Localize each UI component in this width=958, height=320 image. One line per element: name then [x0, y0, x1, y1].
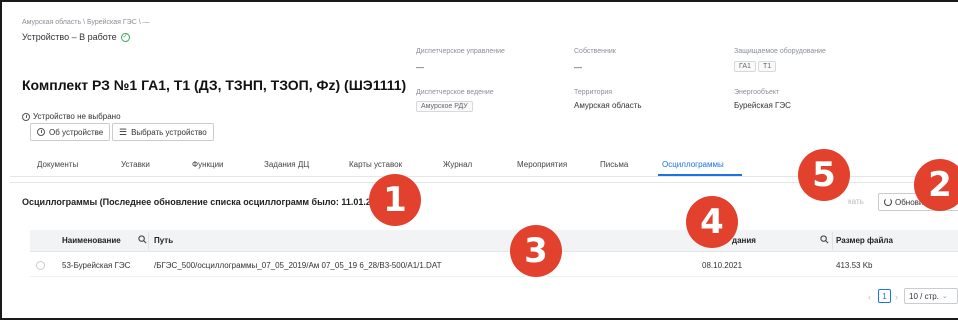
- next-page-icon[interactable]: ›: [895, 292, 898, 302]
- row-radio[interactable]: [36, 261, 45, 270]
- info-circle-icon: [22, 112, 30, 121]
- device-not-selected-label: Устройство не выбрано: [33, 112, 121, 121]
- tab-dc-tasks[interactable]: Задания ДЦ: [264, 160, 309, 169]
- chevron-down-icon: ⌄: [941, 293, 948, 300]
- page-size-value: 10 / стр.: [909, 291, 939, 301]
- annotation-badge-1: 1: [369, 174, 421, 226]
- protected-tag-t1[interactable]: Т1: [758, 61, 777, 72]
- about-device-button[interactable]: Об устройстве: [30, 123, 111, 141]
- device-not-selected: Устройство не выбрано: [22, 112, 121, 121]
- page-size-select[interactable]: 10 / стр. ⌄: [904, 288, 958, 304]
- dispatch-control-label: Диспетчерское управление: [416, 48, 505, 55]
- breadcrumb[interactable]: Амурская область \ Бурейская ГЭС \ —: [22, 19, 150, 26]
- info-icon: [37, 128, 45, 136]
- tab-setting-maps[interactable]: Карты уставок: [349, 160, 402, 169]
- tab-activities[interactable]: Мероприятия: [517, 160, 567, 169]
- cell-path: /БГЭС_500/осциллограммы_07_05_2019/Ам 07…: [154, 261, 442, 270]
- energy-object-label: Энергообъект: [734, 89, 780, 96]
- tab-journal[interactable]: Журнал: [443, 160, 472, 169]
- search-button-disabled[interactable]: кать: [848, 197, 864, 206]
- annotation-badge-3: 3: [510, 225, 562, 277]
- owner-value: —: [574, 63, 582, 72]
- col-header-date[interactable]: дания: [732, 236, 756, 245]
- protected-tag-ga1[interactable]: ГА1: [734, 61, 756, 72]
- section-title: Осциллограммы (Последнее обновление спис…: [22, 197, 394, 207]
- choose-device-button[interactable]: ☰ Выбрать устройство: [112, 123, 214, 141]
- cell-name: 53-Бурейская ГЭС: [62, 261, 131, 270]
- search-icon[interactable]: [820, 235, 829, 244]
- territory-value: Амурская область: [574, 101, 642, 110]
- tab-functions[interactable]: Функции: [192, 160, 224, 169]
- device-status-label: Устройство – В работе: [22, 32, 117, 42]
- column-separator: [148, 232, 149, 250]
- annotation-badge-4: 4: [686, 196, 738, 248]
- check-circle-icon: ✓: [120, 32, 130, 42]
- prev-page-icon[interactable]: ‹: [868, 292, 871, 302]
- col-header-size[interactable]: Размер файла: [836, 236, 893, 245]
- annotation-badge-5: 5: [798, 149, 850, 201]
- list-icon: ☰: [119, 126, 128, 137]
- annotation-badge-2: 2: [914, 159, 958, 211]
- tab-documents[interactable]: Документы: [37, 160, 78, 169]
- active-tab-indicator: [658, 174, 742, 176]
- tab-letters[interactable]: Письма: [600, 160, 628, 169]
- search-icon[interactable]: [138, 235, 147, 244]
- energy-object-value: Бурейская ГЭС: [734, 101, 791, 110]
- cell-size: 413.53 Kb: [836, 261, 873, 270]
- dispatch-mgmt-tag[interactable]: Амурское РДУ: [416, 101, 473, 112]
- choose-device-label: Выбрать устройство: [131, 127, 207, 137]
- dispatch-mgmt-label: Диспетчерское ведение: [416, 89, 494, 96]
- col-header-path[interactable]: Путь: [154, 236, 173, 245]
- page-title: Комплект РЗ №1 ГА1, Т1 (ДЗ, ТЗНП, ТЗОП, …: [22, 77, 407, 93]
- cell-date: 08.10.2021: [702, 261, 743, 270]
- device-status: Устройство – В работе ✓: [22, 32, 130, 42]
- tab-oscillograms[interactable]: Осциллограммы: [662, 160, 724, 169]
- about-device-label: Об устройстве: [49, 127, 104, 137]
- app-frame: Амурская область \ Бурейская ГЭС \ — Уст…: [0, 0, 958, 320]
- territory-label: Территория: [574, 89, 613, 96]
- tab-settings[interactable]: Уставки: [121, 160, 150, 169]
- owner-label: Собственник: [574, 48, 616, 55]
- protected-equipment-label: Защищаемое оборудование: [734, 48, 826, 55]
- refresh-icon: [884, 198, 892, 206]
- dispatch-control-value: —: [416, 63, 424, 72]
- column-separator: [832, 232, 833, 250]
- current-page-button[interactable]: 1: [878, 289, 891, 303]
- col-header-name[interactable]: Наименование: [62, 236, 121, 245]
